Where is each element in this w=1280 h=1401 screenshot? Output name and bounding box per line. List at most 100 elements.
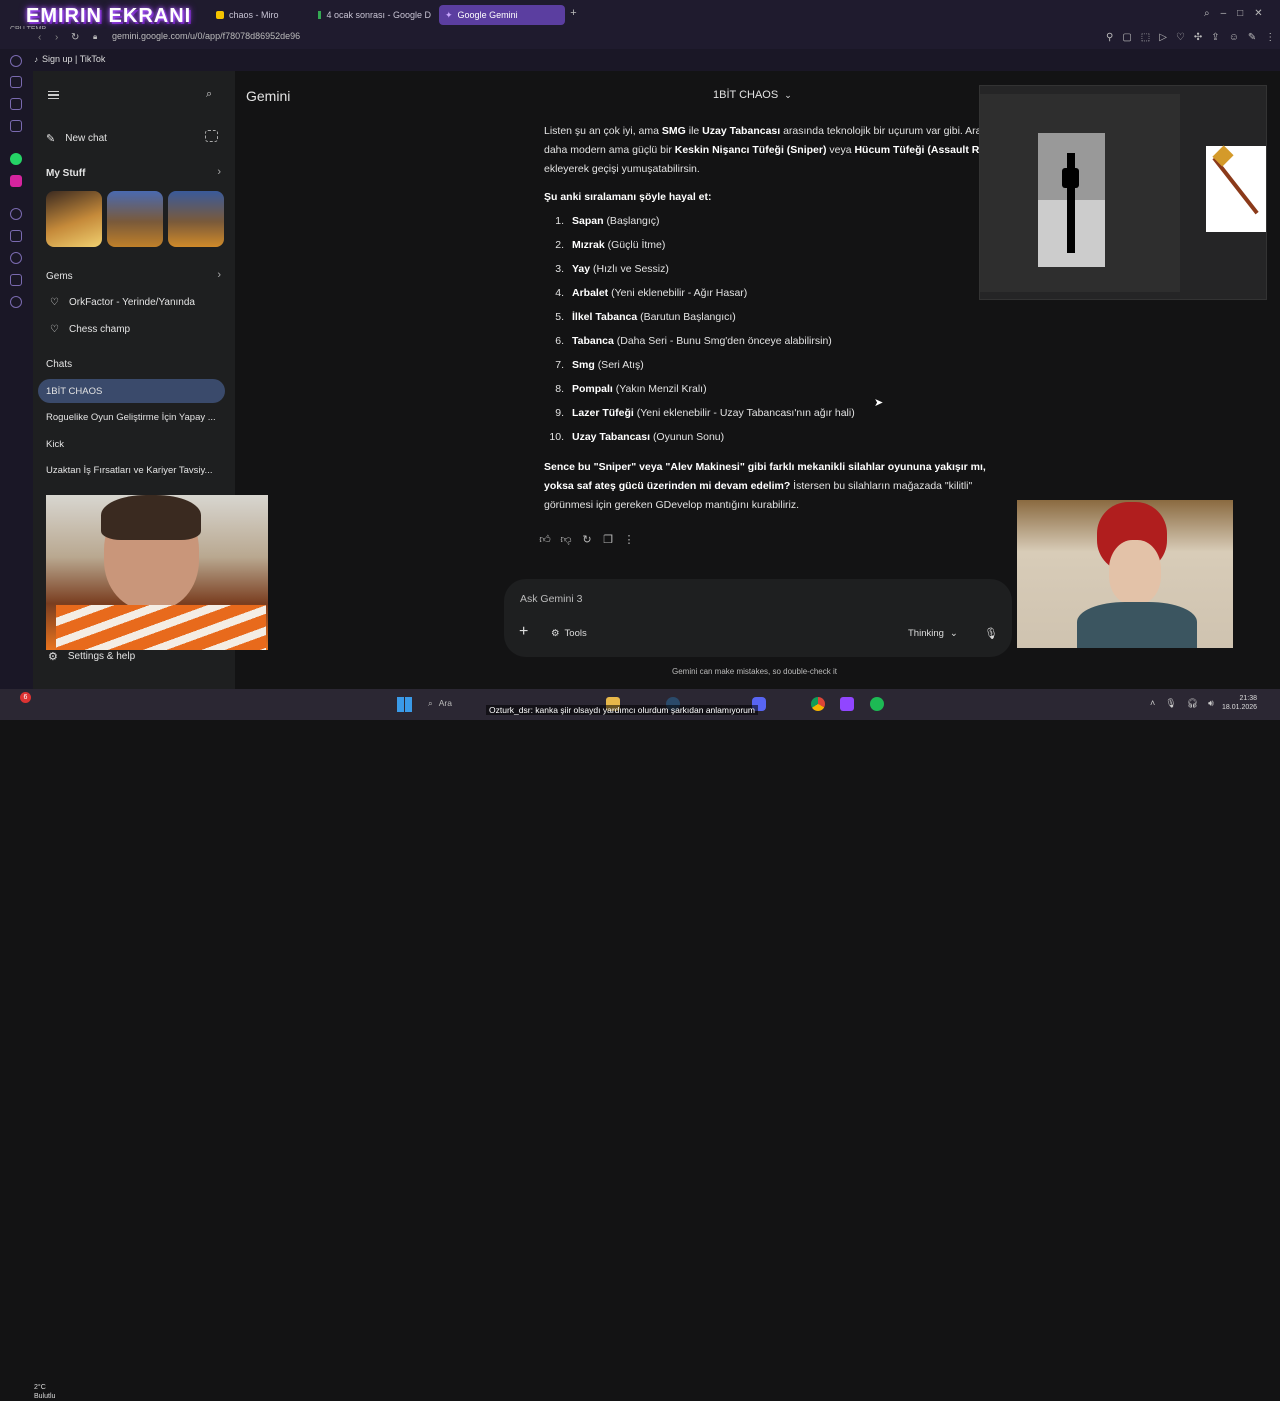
thumbs-down-icon[interactable]: 👎︎ <box>560 534 572 546</box>
player-icon[interactable] <box>10 208 22 220</box>
list-item: 4. Arbalet (Yeni eklenebilir - Ağır Hasar… <box>544 287 747 299</box>
list-item-number: 7. <box>555 359 564 371</box>
my-stuff-chevron-icon[interactable]: › <box>217 166 221 178</box>
list-item: 3. Yay (Hızlı ve Sessiz) <box>544 263 669 275</box>
tab-google-docs[interactable]: 4 ocak sonrası - Google D <box>312 5 437 25</box>
new-chat-button[interactable]: ✎ New chat <box>46 132 107 145</box>
edit-icon[interactable]: ✎ <box>1248 32 1256 43</box>
heart-icon[interactable]: ♡ <box>1176 32 1185 43</box>
back-icon[interactable]: ‹ <box>38 32 41 43</box>
gems-chevron-icon[interactable]: › <box>217 269 221 281</box>
chat-icon[interactable] <box>10 98 22 110</box>
bookmarks-bar: ♪ Sign up | TikTok <box>0 49 1280 71</box>
list-item: 9. Lazer Tüfeği (Yeni eklenebilir - Uzay … <box>544 407 855 419</box>
prompt-input[interactable]: Ask Gemini 3 <box>520 593 582 605</box>
mouse-cursor-icon: ➤ <box>874 397 884 409</box>
history-icon[interactable] <box>10 55 22 67</box>
chrome-icon[interactable] <box>811 697 825 711</box>
mic-tray-icon[interactable]: 🎙︎ <box>1165 698 1176 709</box>
forward-icon[interactable]: › <box>55 32 58 43</box>
gem-item-chess-champ[interactable]: ♡ Chess champ <box>50 324 130 335</box>
spotify-icon[interactable] <box>870 697 884 711</box>
speaker-icon[interactable]: 🔊︎ <box>1208 698 1214 709</box>
bookmark-side-icon[interactable] <box>10 230 22 242</box>
screenshot-icon[interactable]: ▢ <box>1122 32 1131 43</box>
search-icon[interactable]: ⌕ <box>206 88 212 101</box>
conversation-title-dropdown[interactable]: 1BİT CHAOS ⌄ <box>713 89 792 101</box>
list-item-text: Smg (Seri Atış) <box>572 359 644 371</box>
instagram-icon[interactable] <box>10 175 22 187</box>
chats-heading: Chats <box>46 359 73 370</box>
gems-heading[interactable]: Gems <box>46 271 73 282</box>
model-mode-dropdown[interactable]: Thinking ⌄ <box>908 628 958 639</box>
close-icon[interactable]: ✕ <box>1254 8 1262 19</box>
bag-icon[interactable] <box>10 76 22 88</box>
tools-icon: ⚙ <box>551 628 560 639</box>
copy-icon[interactable]: ❐ <box>602 534 614 546</box>
list-item: 2. Mızrak (Güçlü İtme) <box>544 239 665 251</box>
chat-item[interactable]: Kick <box>46 439 222 450</box>
bookmark-tiktok[interactable]: ♪ Sign up | TikTok <box>34 54 105 64</box>
tab-gemini[interactable]: ✦ Google Gemini <box>439 5 565 25</box>
chat-item[interactable]: Roguelike Oyun Geliştirme İçin Yapay ... <box>46 412 222 423</box>
gemini-brand[interactable]: Gemini <box>246 88 290 104</box>
chat-item[interactable]: 1BİT CHAOS <box>46 386 222 397</box>
puzzle-icon[interactable]: ✣ <box>1194 32 1202 43</box>
clock-icon[interactable] <box>10 252 22 264</box>
windows-start-icon[interactable] <box>397 697 412 712</box>
twitch-icon[interactable] <box>840 697 854 711</box>
chevron-up-icon[interactable]: ˄ <box>1150 698 1155 709</box>
list-item: 1. Sapan (Başlangıç) <box>544 215 659 227</box>
profile-icon[interactable]: ☺ <box>1229 32 1239 43</box>
menu-icon[interactable]: ⋮ <box>1265 32 1275 43</box>
maximize-icon[interactable]: □ <box>1237 8 1243 19</box>
chat-item[interactable]: Uzaktan İş Fırsatları ve Kariyer Tavsiy.… <box>46 465 222 476</box>
list-item-number: 2. <box>555 239 564 251</box>
list-item: 6. Tabanca (Daha Seri - Bunu Smg'den önce… <box>544 335 832 347</box>
gem-item-orkfactor[interactable]: ♡ OrkFactor - Yerinde/Yanında <box>50 297 195 308</box>
person-head <box>1109 540 1161 605</box>
headset-icon[interactable]: 🎧︎ <box>1187 698 1198 709</box>
pin-icon[interactable]: ⚲ <box>1106 32 1113 43</box>
search-tabs-icon[interactable]: ⌕ <box>1204 8 1210 19</box>
url-text[interactable]: gemini.google.com/u/0/app/f78078d86952de… <box>112 31 300 41</box>
my-stuff-thumbnail[interactable] <box>46 191 102 247</box>
disclaimer-text: Gemini can make mistakes, so double-chec… <box>672 667 837 676</box>
system-clock[interactable]: 21:38 18.01.2026 <box>1222 694 1257 712</box>
extension-icon[interactable]: ⬚ <box>1141 32 1150 43</box>
list-item-number: 8. <box>555 383 564 395</box>
my-stuff-heading[interactable]: My Stuff <box>46 168 85 179</box>
list-item-number: 3. <box>555 263 564 275</box>
list-item: 7. Smg (Seri Atış) <box>544 359 644 371</box>
temporary-chat-icon[interactable] <box>205 130 218 142</box>
play-icon[interactable]: ▷ <box>1159 32 1167 43</box>
list-item-text: Mızrak (Güçlü İtme) <box>572 239 666 251</box>
thumbs-up-icon[interactable]: 👍︎ <box>539 534 551 546</box>
settings-help-button[interactable]: ⚙ Settings & help <box>48 650 135 663</box>
add-attachment-icon[interactable]: + <box>519 623 528 641</box>
tiktok-icon: ♪ <box>34 54 38 64</box>
my-stuff-thumbnail[interactable] <box>107 191 163 247</box>
whatsapp-icon[interactable] <box>10 153 22 165</box>
cube-icon[interactable] <box>10 274 22 286</box>
taskbar-search[interactable]: ⌕ Ara <box>428 698 452 709</box>
chat-caption-overlay: Ozturk_dsr: kanka şiir olsaydı yardımcı … <box>486 705 758 715</box>
weather-widget[interactable]: 2°C Bulutlu <box>34 1383 55 1401</box>
hamburger-menu-icon[interactable] <box>48 91 59 99</box>
list-item: 8. Pompalı (Yakın Menzil Kralı) <box>544 383 706 395</box>
share-icon[interactable]: ⇪ <box>1211 32 1219 43</box>
my-stuff-thumbnail[interactable] <box>168 191 224 247</box>
settings-rail-icon[interactable] <box>10 296 22 308</box>
prompt-input-box: Ask Gemini 3 + ⚙ Tools Thinking ⌄ 🎙︎ <box>504 579 1012 657</box>
tab-miro[interactable]: chaos - Miro <box>210 5 310 25</box>
more-options-icon[interactable]: ⋮ <box>623 534 635 546</box>
new-tab-button[interactable]: + <box>568 8 579 19</box>
tools-button[interactable]: ⚙ Tools <box>551 628 587 639</box>
news-icon[interactable] <box>10 120 22 132</box>
reload-icon[interactable]: ↻ <box>71 32 79 43</box>
list-item-number: 1. <box>555 215 564 227</box>
microphone-icon[interactable]: 🎙︎ <box>984 627 998 640</box>
minimize-icon[interactable]: – <box>1221 8 1227 19</box>
regenerate-icon[interactable]: ↻ <box>581 534 593 546</box>
lock-icon: 🔒︎ <box>93 32 98 41</box>
